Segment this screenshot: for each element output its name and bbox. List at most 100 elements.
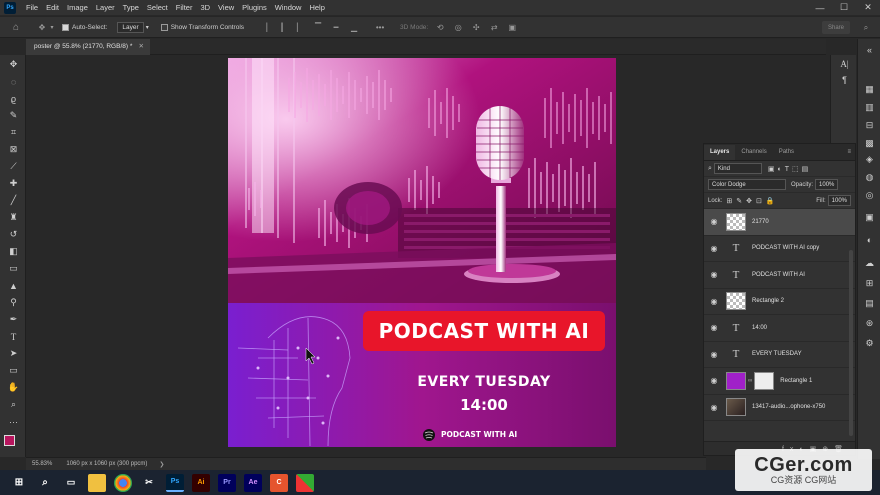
eye-icon[interactable]: ◉ [708,217,720,226]
history-panel-icon[interactable]: ⊛ [863,317,876,330]
layer-row[interactable]: ◉ T 14:00 [704,315,855,342]
expand-panels-icon[interactable]: « [863,43,876,56]
orbit-3d-icon[interactable]: ⟲ [434,21,446,33]
menu-view[interactable]: View [214,0,238,15]
document-canvas[interactable]: PODCAST WITH AI EVERY TUESDAY 14:00 PODC… [228,58,616,447]
menu-help[interactable]: Help [305,0,328,15]
swatches-panel-icon[interactable]: ▥ [863,101,876,114]
share-button[interactable]: Share [822,21,850,34]
status-arrow-icon[interactable]: ❯ [159,461,164,468]
menu-type[interactable]: Type [119,0,143,15]
auto-select-checkbox[interactable]: Auto-Select: [62,23,107,31]
type-tool-icon[interactable]: T [7,330,20,343]
eye-icon[interactable]: ◉ [708,244,720,253]
blur-tool-icon[interactable]: ▲ [7,279,20,292]
layer-row[interactable]: ◉ 13417-audio...ophone-x750 [704,395,855,421]
search-icon[interactable]: ⌕ [860,22,872,34]
layers-panel-icon[interactable]: ◈ [863,153,876,166]
menu-select[interactable]: Select [143,0,172,15]
opacity-input[interactable]: 100% [815,179,839,190]
home-icon[interactable]: ⌂ [10,21,22,33]
menu-filter[interactable]: Filter [172,0,197,15]
eye-icon[interactable]: ◉ [708,297,720,306]
eye-icon[interactable]: ◉ [708,403,720,412]
filter-type-icons[interactable]: ▣◐T⬚▤ [768,165,811,173]
illustrator-icon[interactable]: Ai [192,473,210,492]
slide-3d-icon[interactable]: ⇄ [488,21,500,33]
path-select-icon[interactable]: ➤ [7,347,20,360]
file-explorer-icon[interactable] [88,473,106,492]
fill-input[interactable]: 100% [827,195,851,206]
menu-3d[interactable]: 3D [196,0,214,15]
align-top-icon[interactable]: ▔ [312,21,324,33]
crop-tool-icon[interactable]: ⌗ [7,126,20,139]
align-middle-icon[interactable]: ━ [330,21,342,33]
panel-menu-icon[interactable]: ≡ [847,145,851,160]
frame-tool-icon[interactable]: ⊠ [7,143,20,156]
align-bottom-icon[interactable]: ▁ [348,21,360,33]
history-brush-icon[interactable]: ↺ [7,228,20,241]
eye-icon[interactable]: ◉ [708,270,720,279]
document-info[interactable]: 1060 px x 1060 px (300 ppcm) [66,461,147,467]
layer-row[interactable]: ◉ ∞ Rectangle 1 [704,368,855,395]
minimize-icon[interactable]: — [808,0,832,15]
pen-tool-icon[interactable]: ✒ [7,313,20,326]
capcut-icon[interactable]: ✂ [140,474,158,492]
adjustments-panel-icon[interactable]: ◐ [863,233,876,246]
eraser-tool-icon[interactable]: ◧ [7,245,20,258]
scale-3d-icon[interactable]: ▣ [506,21,518,33]
tab-channels[interactable]: Channels [735,145,772,160]
channels-panel-icon[interactable]: ◍ [863,171,876,184]
quick-select-tool-icon[interactable]: ✎ [7,109,20,122]
layer-row[interactable]: ◉ 21770 [704,209,855,236]
more-tools-icon[interactable]: ··· [7,415,20,428]
show-transform-checkbox[interactable]: Show Transform Controls [160,23,244,31]
align-left-icon[interactable]: ▕ [258,21,270,33]
layer-row[interactable]: ◉ T PODCAST WITH AI [704,262,855,289]
foreground-color-swatch[interactable] [4,435,15,446]
eye-icon[interactable]: ◉ [708,376,720,385]
move-tool-icon[interactable]: ✥ [7,58,20,71]
menu-window[interactable]: Window [271,0,306,15]
layer-row[interactable]: ◉ T EVERY TUESDAY [704,342,855,368]
after-effects-icon[interactable]: Ae [244,473,262,492]
layer-row[interactable]: ◉ Rectangle 2 [704,289,855,315]
eye-icon[interactable]: ◉ [708,350,720,359]
pan-3d-icon[interactable]: ✣ [470,21,482,33]
clone-stamp-icon[interactable]: ♜ [7,211,20,224]
paragraph-panel-icon[interactable]: ¶ [838,73,851,86]
gradient-tool-icon[interactable]: ▭ [7,262,20,275]
align-right-icon[interactable]: ▏ [294,21,306,33]
close-tab-icon[interactable]: ✕ [139,39,144,55]
tab-paths[interactable]: Paths [773,145,800,160]
menu-file[interactable]: File [22,0,42,15]
libraries-panel-icon[interactable]: ☁ [863,257,876,270]
menu-plugins[interactable]: Plugins [238,0,271,15]
properties-panel-icon[interactable]: ▣ [863,211,876,224]
gradients-panel-icon[interactable]: ⊟ [863,119,876,132]
premiere-icon[interactable]: Pr [218,473,236,492]
chevron-down-icon[interactable]: ▾ [48,21,56,33]
close-icon[interactable]: ✕ [856,0,880,15]
tab-layers[interactable]: Layers [704,145,736,160]
app-misc-icon[interactable] [296,473,314,492]
marquee-tool-icon[interactable]: ◌ [7,75,20,88]
paths-panel-icon[interactable]: ◎ [863,189,876,202]
task-view-icon[interactable]: ▭ [62,474,80,492]
menu-image[interactable]: Image [63,0,92,15]
search-icon[interactable]: ⌕ [36,474,54,492]
photoshop-taskbar-icon[interactable]: Ps [166,473,184,492]
actions-panel-icon[interactable]: ⚙ [863,337,876,350]
eyedropper-tool-icon[interactable]: ⟋ [7,160,20,173]
color-panel-icon[interactable]: ▦ [863,83,876,96]
rectangle-tool-icon[interactable]: ▭ [7,364,20,377]
zoom-level[interactable]: 55.83% [32,461,52,467]
menu-layer[interactable]: Layer [92,0,119,15]
document-tab[interactable]: poster @ 55.8% (21770, RGB/8) * ✕ [26,39,150,55]
filter-kind-dropdown[interactable]: Kind [713,163,762,174]
patterns-panel-icon[interactable]: ▩ [863,137,876,150]
maximize-icon[interactable]: ☐ [832,0,856,15]
lock-icons[interactable]: ⊞✎✥⊡🔒 [726,197,778,205]
roll-3d-icon[interactable]: ◎ [452,21,464,33]
auto-select-dropdown[interactable]: Layer [117,21,144,33]
